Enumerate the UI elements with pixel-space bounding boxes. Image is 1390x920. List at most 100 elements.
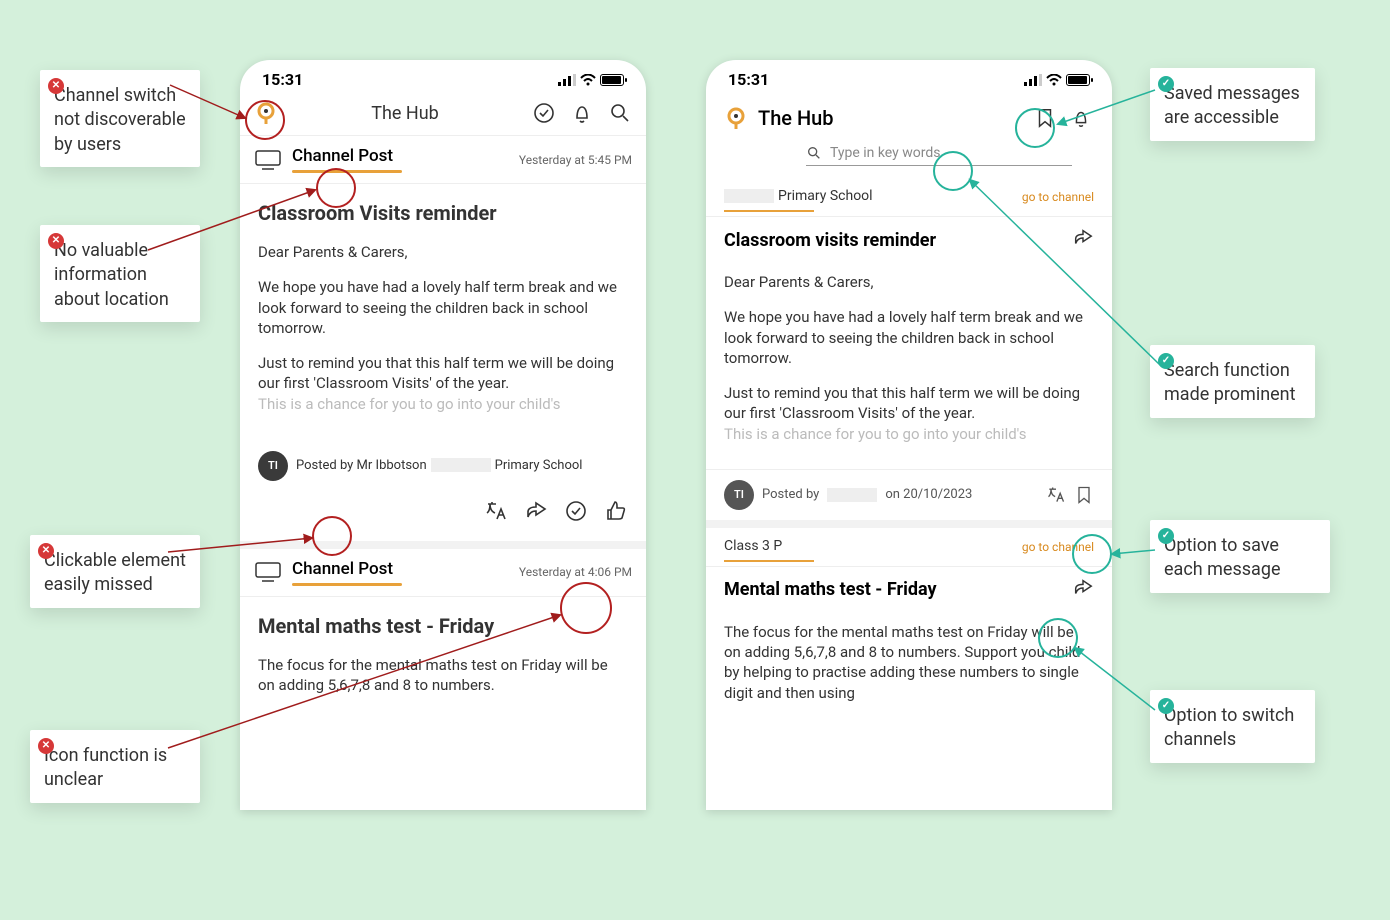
status-bar: 15:31 (240, 60, 646, 93)
annotation-text: Option to save each message (1164, 534, 1316, 583)
go-to-channel-link[interactable]: go to channel (1022, 190, 1094, 204)
x-mark-icon: ✕ (48, 78, 64, 94)
status-time: 15:31 (728, 70, 769, 89)
app-title: The Hub (371, 103, 439, 124)
battery-icon (1066, 74, 1090, 86)
posted-by-row[interactable]: TI Posted by Mr Ibbotson Primary School (240, 439, 646, 489)
check-mark-icon: ✓ (1158, 353, 1174, 369)
search-icon (806, 145, 822, 161)
check-circle-icon[interactable] (532, 101, 556, 125)
post-greeting: Dear Parents & Carers, (724, 272, 1094, 292)
bell-icon[interactable] (570, 101, 594, 125)
go-to-channel-link[interactable]: go to channel (1022, 540, 1094, 554)
post-para: We hope you have had a lovely half term … (258, 277, 628, 338)
share-icon[interactable] (524, 499, 548, 527)
annotation-neg-3: ✕ Clickable element easily missed (30, 535, 200, 608)
search-placeholder: Type in key words (830, 145, 940, 161)
signal-icon (558, 74, 576, 86)
check-mark-icon: ✓ (1158, 528, 1174, 544)
share-icon[interactable] (1072, 577, 1094, 603)
posted-by-prefix: Posted by (762, 487, 819, 502)
brand-icon[interactable] (254, 101, 278, 125)
redacted (827, 488, 877, 502)
author-avatar: TI (724, 480, 754, 510)
annotation-neg-2: ✕ No valuable information about location (40, 225, 200, 322)
channel-row: Class 3 P go to channel (706, 528, 1112, 558)
annotation-text: Search function made prominent (1164, 359, 1301, 408)
annotation-text: Saved messages are accessible (1164, 82, 1301, 131)
annotation-text: Channel switch not discoverable by users (54, 84, 186, 157)
check-circle-icon[interactable] (564, 499, 588, 527)
annotation-text: Option to switch channels (1164, 704, 1301, 753)
monitor-icon (254, 149, 282, 171)
bookmark-icon[interactable] (1032, 105, 1058, 131)
status-icons (1024, 74, 1090, 86)
post-title: Classroom Visits reminder (258, 200, 628, 227)
post-greeting: Dear Parents & Carers, (258, 242, 628, 262)
battery-icon (600, 74, 624, 86)
app-title: The Hub (758, 106, 834, 130)
post-title: Classroom visits reminder (724, 230, 936, 251)
annotation-pos-1: ✓ Saved messages are accessible (1150, 68, 1315, 141)
post-timestamp: Yesterday at 4:06 PM (519, 565, 632, 579)
post-fade: This is a chance for you to go into your… (258, 394, 628, 414)
post-timestamp: Yesterday at 5:45 PM (519, 153, 632, 167)
post-title-row: Mental maths test - Friday (706, 567, 1112, 607)
signal-icon (1024, 74, 1042, 86)
monitor-icon (254, 561, 282, 583)
status-icons (558, 74, 624, 86)
post-body: The focus for the mental maths test on F… (706, 622, 1112, 728)
x-mark-icon: ✕ (48, 233, 64, 249)
channel-name: Primary School (778, 188, 873, 204)
after-mockup: 15:31 The Hub Type in key words Primary … (706, 60, 1112, 810)
before-mockup: 15:31 The Hub Channel Post Yesterday at … (240, 60, 646, 810)
translate-icon[interactable] (1046, 485, 1066, 505)
post-body: Mental maths test - Friday The focus for… (240, 597, 646, 721)
annotation-neg-4: ✕ Icon function is unclear (30, 730, 200, 803)
search-input[interactable]: Type in key words (806, 145, 1072, 166)
share-icon[interactable] (1072, 227, 1094, 253)
annotation-text: Clickable element easily missed (44, 549, 186, 598)
search-icon[interactable] (608, 101, 632, 125)
redacted (724, 189, 774, 203)
post-fade: This is a chance for you to go into your… (724, 424, 1094, 444)
post-title: Mental maths test - Friday (724, 579, 937, 600)
bell-icon[interactable] (1068, 105, 1094, 131)
wifi-icon (580, 74, 596, 86)
post-header: Channel Post Yesterday at 4:06 PM (240, 549, 646, 597)
app-header: The Hub (240, 93, 646, 136)
posted-by-label: Posted by Mr Ibbotson (296, 458, 427, 473)
x-mark-icon: ✕ (38, 738, 54, 754)
post-header: Channel Post Yesterday at 5:45 PM (240, 136, 646, 184)
thumbs-up-icon[interactable] (604, 499, 628, 527)
post-para: Just to remind you that this half term w… (258, 353, 628, 394)
post-para: The focus for the mental maths test on F… (724, 622, 1094, 703)
channel-row: Primary School go to channel (706, 178, 1112, 208)
channel-tag[interactable]: Channel Post (292, 146, 393, 166)
posted-by-row: TI Posted by on 20/10/2023 (706, 469, 1112, 528)
annotation-pos-4: ✓ Option to switch channels (1150, 690, 1315, 763)
annotation-pos-3: ✓ Option to save each message (1150, 520, 1330, 593)
annotation-text: Icon function is unclear (44, 744, 186, 793)
check-mark-icon: ✓ (1158, 76, 1174, 92)
channel-name: Class 3 P (724, 538, 782, 554)
status-time: 15:31 (262, 70, 303, 89)
post-para: Just to remind you that this half term w… (724, 383, 1094, 424)
bookmark-icon[interactable] (1074, 485, 1094, 505)
posted-by-date: on 20/10/2023 (885, 487, 972, 502)
author-avatar: TI (258, 451, 288, 481)
annotation-text: No valuable information about location (54, 239, 186, 312)
post-title-row: Classroom visits reminder (706, 217, 1112, 257)
post-body: Classroom Visits reminder Dear Parents &… (240, 184, 646, 439)
post-title: Mental maths test - Friday (258, 613, 628, 640)
translate-icon[interactable] (484, 499, 508, 527)
status-bar: 15:31 (706, 60, 1112, 93)
channel-tag[interactable]: Channel Post (292, 559, 393, 579)
app-header: The Hub (706, 93, 1112, 137)
wifi-icon (1046, 74, 1062, 86)
check-mark-icon: ✓ (1158, 698, 1174, 714)
brand-icon[interactable] (724, 106, 748, 130)
posted-by-school: Primary School (495, 458, 583, 473)
x-mark-icon: ✕ (38, 543, 54, 559)
post-para: We hope you have had a lovely half term … (724, 307, 1094, 368)
